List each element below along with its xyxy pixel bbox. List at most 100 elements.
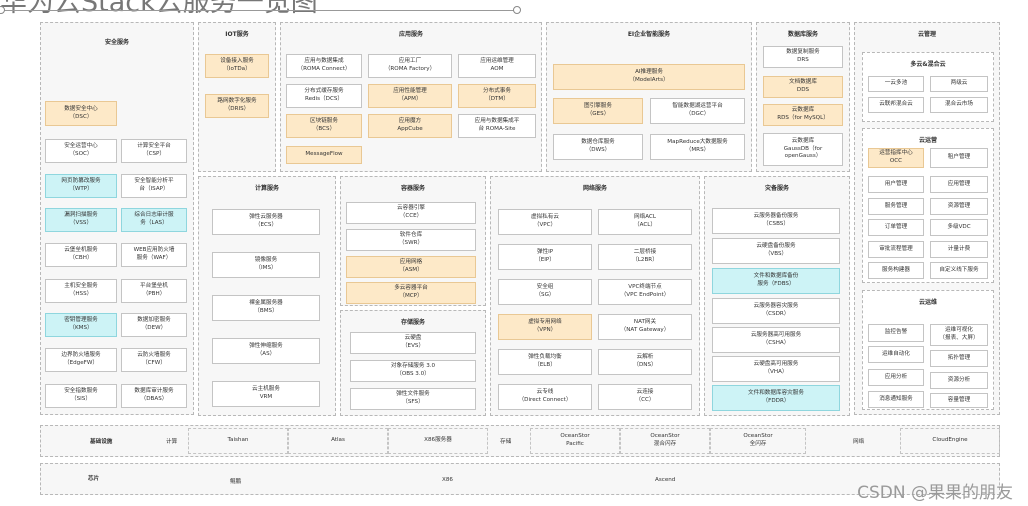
security-item-isap[interactable]: 安全智能分析平 台（ISAP） (121, 174, 187, 198)
ei-item-mrs[interactable]: MapReduce大数据服务 （MRS） (650, 134, 745, 160)
chip-item-ascend[interactable]: Ascend (655, 477, 675, 483)
network-item-elb[interactable]: 弹性负载均衡 （ELB） (498, 349, 592, 375)
container-item-cce[interactable]: 云容器引擎 （CCE） (346, 202, 476, 224)
app-item-dtm[interactable]: 分布式事务 （DTM） (458, 84, 536, 108)
ops-item-billing[interactable]: 计量计费 (930, 241, 988, 258)
om-item-topology[interactable]: 拓扑管理 (930, 350, 988, 367)
security-item-dsc[interactable]: 数据安全中心 （DSC） (45, 101, 117, 126)
chip-item-kunpeng[interactable]: 鲲鹏 (230, 477, 241, 485)
network-item-dns[interactable]: 云解析 （DNS） (598, 349, 692, 375)
compute-item-as[interactable]: 弹性伸缩服务 （AS） (212, 338, 320, 364)
network-item-cc[interactable]: 云连接 （CC） (598, 384, 692, 410)
infra-item-atlas[interactable]: Atlas (288, 428, 388, 454)
compute-item-ecs[interactable]: 弹性云服务器 （ECS） (212, 209, 320, 235)
hybrid-item-market[interactable]: 混合云市场 (930, 97, 988, 113)
security-item-cfw[interactable]: 云防火墙服务 （CFW） (121, 348, 187, 372)
ops-item-occ[interactable]: 运营指挥中心 OCC (868, 148, 924, 168)
infra-item-pacific[interactable]: OceanStor Pacific (530, 428, 620, 454)
security-item-las[interactable]: 综合日志审计服 务（LAS） (121, 208, 187, 232)
app-item-roma-connect[interactable]: 应用与数据集成 （ROMA Connect） (286, 54, 362, 78)
ops-item-order[interactable]: 订单管理 (868, 219, 924, 236)
network-item-vpn[interactable]: 虚拟专用网络 （VPN） (498, 314, 592, 340)
storage-item-sfs[interactable]: 弹性文件服务 （SFS） (350, 388, 476, 410)
compute-item-vrm[interactable]: 云主机服务 VRM (212, 381, 320, 407)
network-item-acl[interactable]: 网络ACL （ACL） (598, 209, 692, 235)
network-item-nat[interactable]: NAT网关 （NAT Gateway） (598, 314, 692, 340)
app-item-aom[interactable]: 应用运维管理 AOM (458, 54, 536, 78)
container-item-mcp[interactable]: 多云容器平台 （MCP） (346, 282, 476, 304)
om-item-app-analysis[interactable]: 应用分析 (868, 369, 924, 386)
app-item-apm[interactable]: 应用性能管理 （APM） (368, 84, 452, 108)
ops-item-app[interactable]: 应用管理 (930, 176, 988, 193)
network-item-sg[interactable]: 安全组 （SG） (498, 279, 592, 305)
container-item-asm[interactable]: 应用网格 （ASM） (346, 256, 476, 278)
db-item-drs[interactable]: 数据复制服务 DRS (763, 46, 843, 68)
app-item-messageflow[interactable]: MessageFlow (286, 146, 362, 164)
dr-item-csha[interactable]: 云服务器高可用服务 （CSHA） (712, 327, 840, 353)
infra-item-taishan[interactable]: Taishan (188, 428, 288, 454)
security-item-kms[interactable]: 密钥管理服务 （KMS） (45, 313, 117, 337)
app-item-appcube[interactable]: 应用魔方 AppCube (368, 114, 452, 138)
security-item-sis[interactable]: 安全指数服务 （SIS） (45, 384, 117, 408)
db-item-dds[interactable]: 文档数据库 DDS (763, 76, 843, 98)
compute-item-ims[interactable]: 镜像服务 （IMS） (212, 252, 320, 278)
ops-item-offline[interactable]: 自定义线下服务 (930, 262, 988, 279)
iot-item-dris[interactable]: 路网数字化服务 （DRIS） (205, 94, 269, 118)
dr-item-fddr[interactable]: 文件和数据库容灾服务 （FDDR） (712, 385, 840, 411)
ei-item-dws[interactable]: 数据仓库服务 （DWS） (553, 134, 643, 160)
ops-item-approval[interactable]: 审批流程管理 (868, 241, 924, 258)
security-item-wtp[interactable]: 网页防篡改服务 （WTP） (45, 174, 117, 198)
security-item-hss[interactable]: 主机安全服务 （HSS） (45, 279, 117, 303)
ops-item-tenant[interactable]: 租户管理 (930, 148, 988, 168)
network-item-eip[interactable]: 弹性IP （EIP） (498, 244, 592, 270)
ops-item-vdc[interactable]: 多级VDC (930, 219, 988, 236)
ei-item-dgc[interactable]: 智能数据湖运营平台 （DGC） (650, 98, 745, 124)
app-item-bcs[interactable]: 区块链服务 （BCS） (286, 114, 362, 138)
om-item-monitor[interactable]: 监控告警 (868, 324, 924, 342)
ops-item-user[interactable]: 用户管理 (868, 176, 924, 193)
om-item-resource-analysis[interactable]: 资源分析 (930, 372, 988, 389)
container-item-swr[interactable]: 软件仓库 （SWR） (346, 229, 476, 251)
security-item-edgefw[interactable]: 边界防火墙服务 （EdgeFW） (45, 348, 117, 372)
ops-item-service[interactable]: 服务管理 (868, 198, 924, 215)
iot-item-iotda[interactable]: 设备接入服务 （IoTDa） (205, 54, 269, 78)
network-item-direct-connect[interactable]: 云专线 （Direct Connect） (498, 384, 592, 410)
dr-item-fdbs[interactable]: 文件和数据库备份 服务（FDBS） (712, 268, 840, 294)
chip-item-x86[interactable]: X86 (442, 477, 453, 483)
network-item-vpc[interactable]: 虚拟私有云 （VPC） (498, 209, 592, 235)
infra-item-all-flash[interactable]: OceanStor 全闪存 (710, 428, 806, 454)
db-item-rds[interactable]: 云数据库 RDS（for MySQL） (763, 104, 843, 126)
ops-item-builder[interactable]: 服务构建器 (868, 262, 924, 279)
om-item-visual[interactable]: 运维可视化 （报表、大屏） (930, 324, 988, 346)
ops-item-resource[interactable]: 资源管理 (930, 198, 988, 215)
app-item-dcs[interactable]: 分布式缓存服务 Redis（DCS） (286, 84, 362, 108)
security-item-vss[interactable]: 漏洞扫描服务 （VSS） (45, 208, 117, 232)
network-item-l2br[interactable]: 二层桥接 （L2BR） (598, 244, 692, 270)
infra-item-x86-server[interactable]: X86服务器 (388, 428, 488, 454)
om-item-automation[interactable]: 运维自动化 (868, 346, 924, 363)
storage-item-evs[interactable]: 云硬盘 （EVS） (350, 332, 476, 354)
security-item-cbh[interactable]: 云堡垒机服务 （CBH） (45, 243, 117, 267)
dr-item-csbs[interactable]: 云服务器备份服务 （CSBS） (712, 208, 840, 234)
storage-item-obs[interactable]: 对象存储服务 3.0 （OBS 3.0） (350, 360, 476, 382)
hybrid-item-multi-pool[interactable]: 一云多池 (868, 76, 924, 92)
security-item-pbh[interactable]: 平台堡垒机 （PBH） (121, 279, 187, 303)
app-item-roma-factory[interactable]: 应用工厂 （ROMA Factory） (368, 54, 452, 78)
dr-item-vbs[interactable]: 云硬盘备份服务 （VBS） (712, 238, 840, 264)
security-item-csp[interactable]: 计算安全平台 （CSP） (121, 139, 187, 163)
hybrid-item-two-level[interactable]: 两级云 (930, 76, 988, 92)
om-item-notification[interactable]: 消息通知服务 (868, 391, 924, 408)
network-item-vpc-endpoint[interactable]: VPC终端节点 （VPC EndPoint） (598, 279, 692, 305)
security-item-waf[interactable]: WEB应用防火墙 服务（WAF） (121, 243, 187, 267)
security-item-soc[interactable]: 安全运营中心 （SOC） (45, 139, 117, 163)
compute-item-bms[interactable]: 裸金属服务器 （BMS） (212, 295, 320, 321)
infra-item-cloudengine[interactable]: CloudEngine (900, 428, 1000, 454)
infra-item-hybrid-flash[interactable]: OceanStor 混合闪存 (620, 428, 710, 454)
security-item-dbas[interactable]: 数据库审计服务 （DBAS） (121, 384, 187, 408)
db-item-gaussdb[interactable]: 云数据库 GaussDB（for openGauss） (763, 133, 843, 166)
dr-item-csdr[interactable]: 云服务器容灾服务 （CSDR） (712, 298, 840, 324)
ei-item-ges[interactable]: 图引擎服务 （GES） (553, 98, 643, 124)
dr-item-vha[interactable]: 云硬盘高可用服务 （VHA） (712, 356, 840, 382)
hybrid-item-federation[interactable]: 云联邦混合云 (868, 97, 924, 113)
om-item-capacity[interactable]: 容量管理 (930, 393, 988, 408)
